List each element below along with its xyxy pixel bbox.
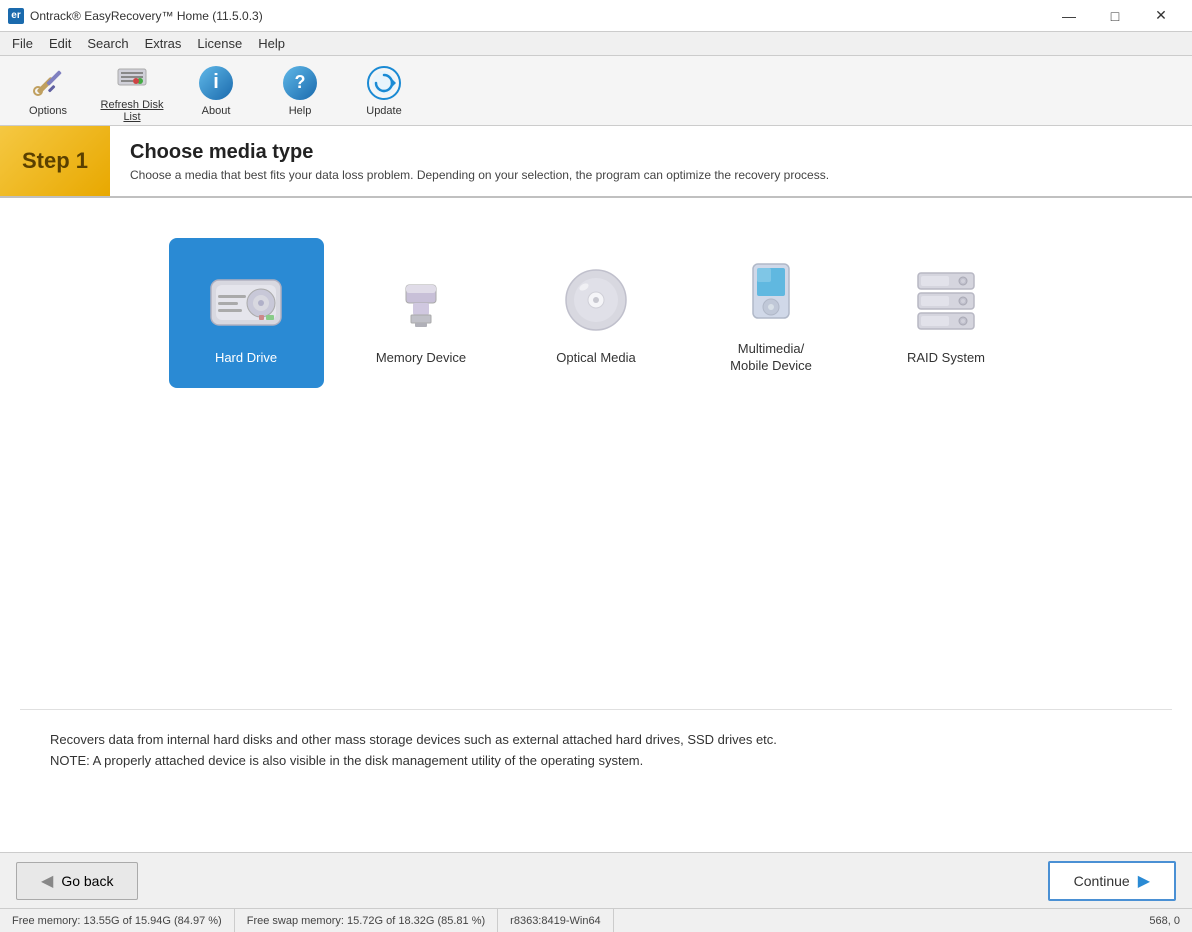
- about-label: About: [202, 105, 231, 117]
- about-button[interactable]: i About: [176, 61, 256, 121]
- menu-extras[interactable]: Extras: [137, 34, 190, 53]
- step-number: Step 1: [0, 126, 110, 196]
- menu-file[interactable]: File: [4, 34, 41, 53]
- help-button[interactable]: ? Help: [260, 61, 340, 121]
- step-header: Step 1 Choose media type Choose a media …: [0, 126, 1192, 198]
- minimize-button[interactable]: —: [1046, 0, 1092, 32]
- menu-bar: File Edit Search Extras License Help: [0, 32, 1192, 56]
- bottom-spacer: [0, 792, 1192, 852]
- update-icon: [366, 65, 402, 101]
- coords-text: 568, 0: [1149, 915, 1180, 927]
- free-swap-text: Free swap memory: 15.72G of 18.32G (85.8…: [247, 915, 485, 927]
- free-memory-text: Free memory: 13.55G of 15.94G (84.97 %): [12, 915, 222, 927]
- hard-drive-label: Hard Drive: [215, 350, 277, 367]
- go-back-label: Go back: [61, 873, 113, 889]
- title-bar: er Ontrack® EasyRecovery™ Home (11.5.0.3…: [0, 0, 1192, 32]
- media-item-raid-system[interactable]: RAID System: [869, 238, 1024, 388]
- menu-search[interactable]: Search: [79, 34, 136, 53]
- about-icon: i: [198, 65, 234, 101]
- step-content: Choose media type Choose a media that be…: [110, 126, 1192, 196]
- description-line2: NOTE: A properly attached device is also…: [50, 751, 1142, 772]
- optical-media-label: Optical Media: [556, 350, 635, 367]
- window-controls: — □ ✕: [1046, 0, 1184, 32]
- help-icon: ?: [282, 65, 318, 101]
- options-icon: [30, 65, 66, 101]
- step-title: Choose media type: [130, 141, 1172, 164]
- media-item-multimedia-mobile[interactable]: Multimedia/Mobile Device: [694, 238, 849, 388]
- title-bar-left: er Ontrack® EasyRecovery™ Home (11.5.0.3…: [8, 8, 263, 24]
- continue-button[interactable]: Continue ▶: [1048, 861, 1176, 901]
- close-button[interactable]: ✕: [1138, 0, 1184, 32]
- refresh-icon: [114, 59, 150, 95]
- media-item-optical-media[interactable]: Optical Media: [519, 238, 674, 388]
- free-swap-status: Free swap memory: 15.72G of 18.32G (85.8…: [235, 909, 498, 932]
- app-icon: er: [8, 8, 24, 24]
- menu-license[interactable]: License: [189, 34, 250, 53]
- free-memory-status: Free memory: 13.55G of 15.94G (84.97 %): [0, 909, 235, 932]
- cd-icon: [556, 260, 636, 340]
- version-text: r8363:8419-Win64: [510, 915, 601, 927]
- memory-device-label: Memory Device: [376, 350, 466, 367]
- bottom-navigation: ◀ Go back Continue ▶: [0, 852, 1192, 908]
- multimedia-mobile-label: Multimedia/Mobile Device: [730, 341, 812, 375]
- media-selector: Hard Drive Memory Device: [0, 198, 1192, 418]
- status-bar: Free memory: 13.55G of 15.94G (84.97 %) …: [0, 908, 1192, 932]
- version-status: r8363:8419-Win64: [498, 909, 614, 932]
- description-line1: Recovers data from internal hard disks a…: [50, 730, 1142, 751]
- back-arrow-icon: ◀: [41, 871, 53, 891]
- menu-help[interactable]: Help: [250, 34, 293, 53]
- options-label: Options: [29, 105, 67, 117]
- maximize-button[interactable]: □: [1092, 0, 1138, 32]
- description-area: Recovers data from internal hard disks a…: [20, 709, 1172, 792]
- spacer: [0, 418, 1192, 709]
- refresh-button[interactable]: Refresh Disk List: [92, 61, 172, 121]
- window-title: Ontrack® EasyRecovery™ Home (11.5.0.3): [30, 9, 263, 23]
- menu-edit[interactable]: Edit: [41, 34, 79, 53]
- toolbar: Options Refresh Disk List i About ? Help: [0, 56, 1192, 126]
- go-back-button[interactable]: ◀ Go back: [16, 862, 138, 900]
- coords-status: 568, 0: [1137, 909, 1192, 932]
- step-description: Choose a media that best fits your data …: [130, 168, 1172, 182]
- main-area: Hard Drive Memory Device: [0, 198, 1192, 852]
- raid-icon: [906, 260, 986, 340]
- update-label: Update: [366, 105, 401, 117]
- help-label: Help: [289, 105, 312, 117]
- usb-icon: [381, 260, 461, 340]
- continue-label: Continue: [1074, 873, 1130, 889]
- hdd-icon: [206, 260, 286, 340]
- media-item-hard-drive[interactable]: Hard Drive: [169, 238, 324, 388]
- refresh-label: Refresh Disk List: [96, 99, 168, 123]
- continue-arrow-icon: ▶: [1138, 871, 1150, 891]
- media-item-memory-device[interactable]: Memory Device: [344, 238, 499, 388]
- update-button[interactable]: Update: [344, 61, 424, 121]
- raid-system-label: RAID System: [907, 350, 985, 367]
- mobile-icon: [731, 251, 811, 331]
- options-button[interactable]: Options: [8, 61, 88, 121]
